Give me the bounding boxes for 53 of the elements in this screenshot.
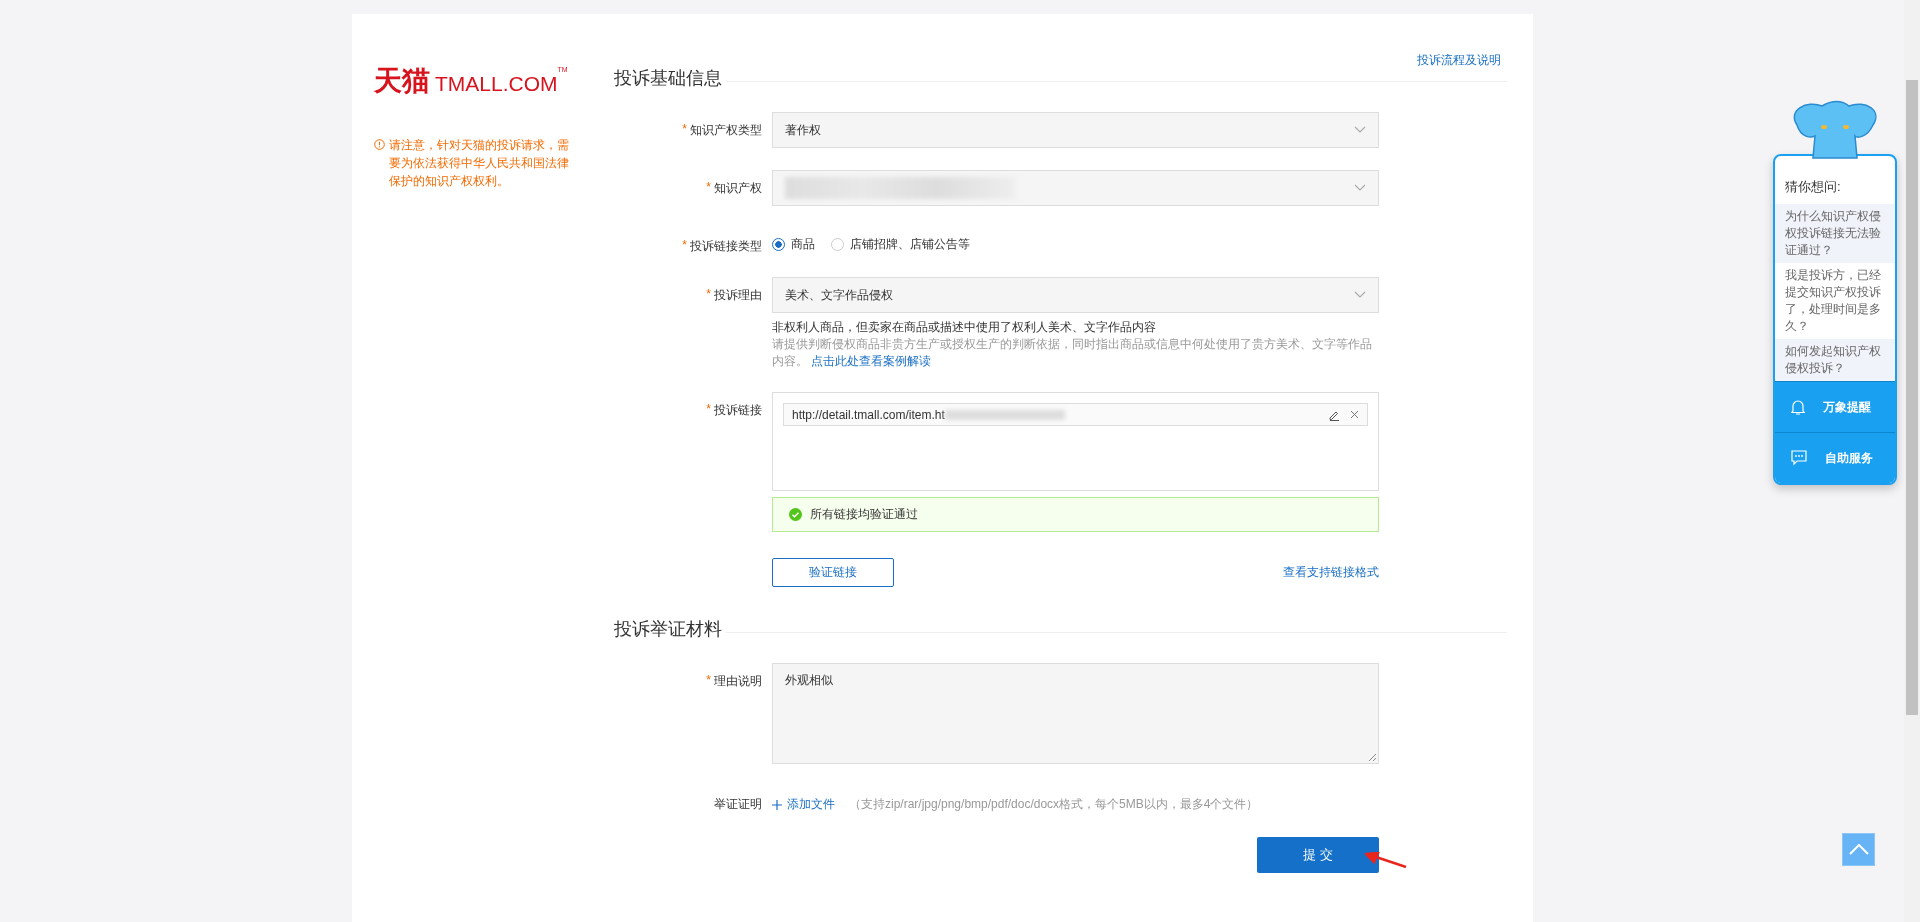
bell-icon	[1791, 399, 1805, 415]
upload-note: （支持zip/rar/jpg/png/bmp/pdf/doc/docx格式，每个5MB以内，最多4个文件）	[849, 796, 1259, 813]
format-link[interactable]: 查看支持链接格式	[1283, 564, 1379, 581]
section-title: 投诉举证材料	[614, 618, 722, 641]
hint-text: 请提供判断侵权商品非贵方生产或授权生产的判断依据，同时指出商品或信息中何处使用了贵方美术、文字等作品内容。 点击此处查看案例解读	[772, 336, 1373, 370]
assistant-action[interactable]: 自助服务	[1775, 432, 1895, 483]
section-title: 投诉基础信息	[614, 67, 722, 90]
chat-icon	[1791, 450, 1807, 466]
help-link[interactable]: 投诉流程及说明	[1417, 52, 1501, 69]
question-item[interactable]: 如何发起知识产权侵权投诉？	[1775, 339, 1895, 381]
hint-title: 非权利人商品，但卖家在商品或描述中使用了权利人美术、文字作品内容	[772, 319, 1157, 336]
close-icon[interactable]	[1350, 410, 1359, 419]
pointer-arrow-icon	[1365, 852, 1407, 868]
field-label: 投诉链接类型	[690, 238, 762, 255]
chevron-up-icon	[1848, 844, 1869, 855]
notice-text: 请注意，针对天猫的投诉请求，需要为依法获得中华人民共和国法律保护的知识产权权利。	[389, 137, 570, 190]
required-asterisk: *	[706, 180, 711, 196]
resize-grip-icon[interactable]	[1368, 753, 1376, 761]
required-asterisk: *	[706, 287, 711, 303]
add-file-link[interactable]: 添加文件	[772, 796, 835, 813]
select-field[interactable]	[772, 170, 1379, 206]
select-field[interactable]: 著作权	[772, 112, 1379, 148]
question-item[interactable]: 为什么知识产权侵权投诉链接无法验证通过？	[1775, 204, 1895, 263]
field-label: 知识产权	[714, 180, 762, 197]
radio-button[interactable]	[772, 238, 785, 251]
check-circle-icon	[789, 508, 802, 521]
field-label: 投诉链接	[714, 402, 762, 419]
field-label: 举证证明	[714, 796, 762, 813]
warning-icon	[374, 139, 385, 150]
radio-label: 商品	[791, 236, 815, 253]
chevron-down-icon	[1354, 291, 1366, 299]
plus-icon	[772, 799, 782, 810]
select-field[interactable]: 美术、文字作品侵权	[772, 277, 1379, 313]
back-to-top-button[interactable]	[1842, 833, 1875, 866]
required-asterisk: *	[682, 122, 687, 138]
submit-button[interactable]: 提 交	[1257, 837, 1379, 873]
case-link[interactable]: 点击此处查看案例解读	[811, 354, 932, 368]
link-url: http://detail.tmall.com/item.ht	[792, 407, 945, 422]
field-label: 理由说明	[714, 673, 762, 690]
success-text: 所有链接均验证通过	[810, 506, 918, 523]
required-asterisk: *	[706, 402, 711, 418]
verify-button[interactable]: 验证链接	[772, 558, 894, 587]
required-asterisk: *	[706, 673, 711, 689]
field-label: 投诉理由	[714, 287, 762, 304]
radio-label: 店铺招牌、店铺公告等	[850, 236, 970, 253]
assistant-title: 猜你想问:	[1784, 178, 1842, 196]
textarea-field[interactable]: 外观相似	[772, 663, 1379, 764]
field-label: 知识产权类型	[690, 122, 762, 139]
required-asterisk: *	[682, 238, 687, 254]
chevron-down-icon	[1354, 126, 1366, 134]
chevron-down-icon	[1354, 184, 1366, 192]
assistant-action[interactable]: 万象提醒	[1775, 381, 1895, 432]
question-item[interactable]: 我是投诉方，已经提交知识产权投诉了，处理时间是多久？	[1775, 263, 1895, 339]
